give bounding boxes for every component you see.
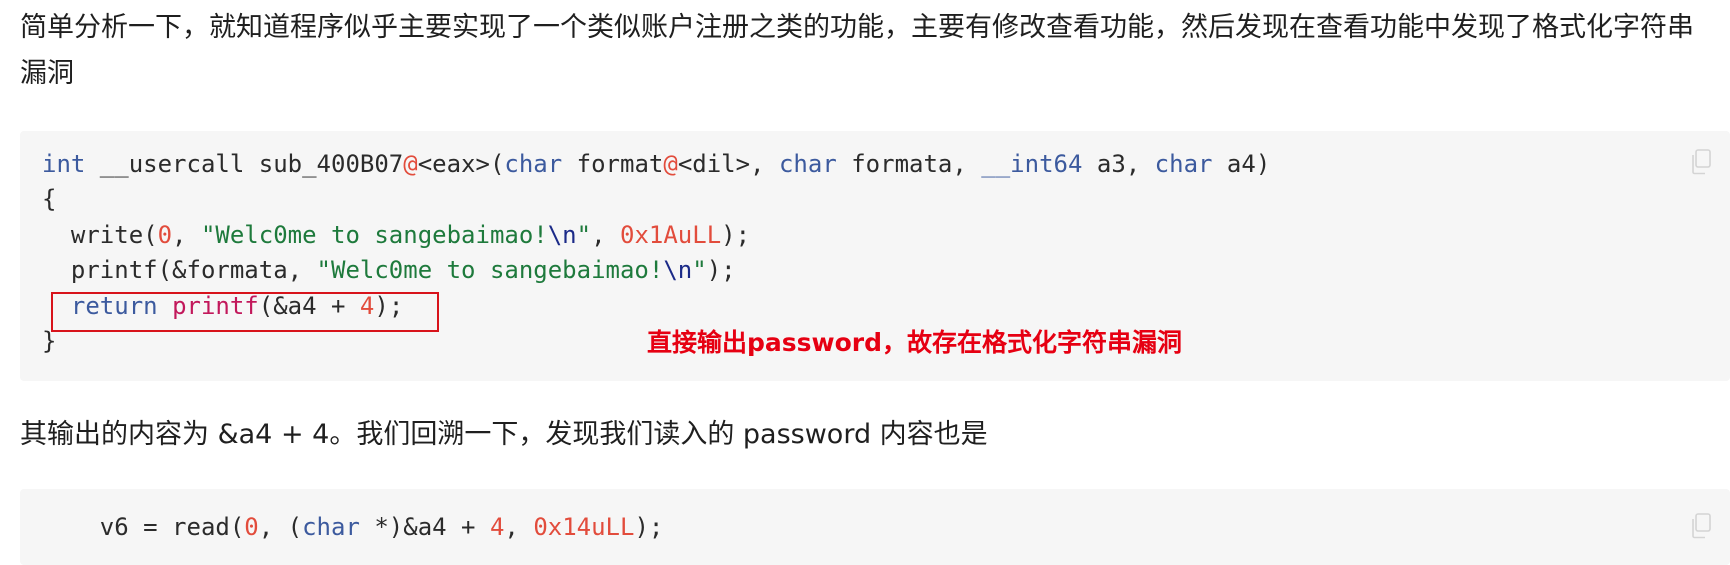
code-token: " — [692, 256, 707, 284]
code-token: , — [591, 221, 620, 249]
code-token: , ( — [258, 513, 303, 541]
code-token: v6 = read( — [42, 513, 245, 541]
code-token: printf(&formata, — [42, 256, 317, 284]
code-token: ); — [721, 221, 751, 249]
code-line-open-brace: { — [42, 185, 57, 213]
code-token: __int64 — [981, 150, 1083, 178]
code-token: __usercall sub_400B07 — [85, 150, 404, 178]
code-token: *)&a4 + — [359, 513, 490, 541]
annotation-text: 直接输出password，故存在格式化字符串漏洞 — [647, 328, 1183, 357]
code-token: , — [504, 513, 534, 541]
code-token: " — [576, 221, 592, 249]
code-token: format — [562, 150, 664, 178]
code-token: @ — [663, 150, 678, 178]
code-token: <dil>, — [677, 150, 779, 178]
code-token: a4) — [1212, 150, 1271, 178]
code-line-signature: int __usercall sub_400B07@<eax>(char for… — [42, 147, 1270, 182]
code-line-printf: printf(&formata, "Welc0me to sangebaimao… — [42, 253, 736, 288]
code-line-read: v6 = read(0, (char *)&a4 + 4, 0x14uLL); — [42, 510, 664, 545]
code-token: 0x14uLL — [533, 513, 635, 541]
code-line-write: write(0, "Welc0me to sangebaimao!\n", 0x… — [42, 218, 750, 253]
code-token: "Welc0me to sangebaimao! — [200, 221, 548, 249]
code-token: char — [778, 150, 837, 178]
output-paragraph: 其输出的内容为 &a4 + 4。我们回溯一下，发现我们读入的 password … — [20, 419, 988, 450]
code-token: char — [1154, 150, 1213, 178]
code-token: <eax>( — [417, 150, 505, 178]
code-token: ); — [634, 513, 664, 541]
code-token: ); — [706, 256, 736, 284]
code-token: write( — [42, 221, 158, 249]
code-token: "Welc0me to sangebaimao! — [316, 256, 664, 284]
copy-icon[interactable] — [1690, 513, 1712, 539]
copy-icon[interactable] — [1690, 149, 1712, 175]
code-token: 4 — [489, 513, 505, 541]
code-token: char — [504, 150, 563, 178]
code-token: \n — [663, 256, 693, 284]
code-token: @ — [403, 150, 418, 178]
code-token: char — [302, 513, 360, 541]
code-token: 0x1AuLL — [620, 221, 722, 249]
code-token: int — [42, 150, 86, 178]
code-token: 0 — [244, 513, 259, 541]
code-block-read: v6 = read(0, (char *)&a4 + 4, 0x14uLL); — [20, 489, 1730, 565]
code-token: formata, — [836, 150, 982, 178]
code-token: 0 — [157, 221, 173, 249]
code-token: , — [172, 221, 201, 249]
highlight-box — [51, 292, 439, 332]
intro-paragraph: 简单分析一下，就知道程序似乎主要实现了一个类似账户注册之类的功能，主要有修改查看… — [20, 12, 1694, 89]
code-token: \n — [547, 221, 577, 249]
code-token: a3, — [1082, 150, 1155, 178]
